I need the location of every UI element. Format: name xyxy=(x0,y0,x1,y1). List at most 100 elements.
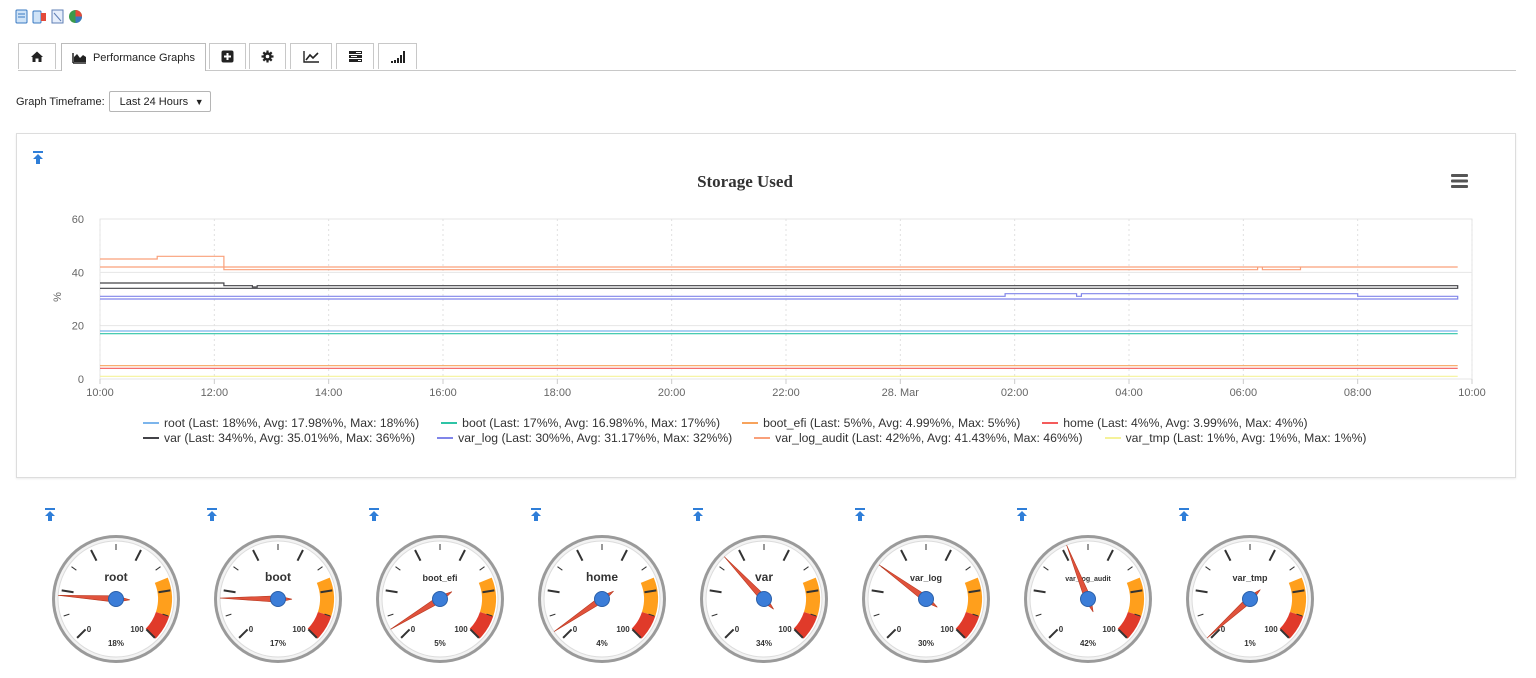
chart-series xyxy=(100,255,1459,377)
x-tick-label: 28. Mar xyxy=(882,387,920,399)
gauge-min-label: 0 xyxy=(249,625,254,634)
y-axis-label: % xyxy=(52,292,64,302)
legend-label: boot (Last: 17%%, Avg: 16.98%%, Max: 17%… xyxy=(462,416,721,430)
timeframe-control: Graph Timeframe: Last 24 Hours ▼ xyxy=(16,91,211,112)
tab-tasks[interactable] xyxy=(336,43,374,69)
gauge-dial: var_log 0 100 30% xyxy=(862,535,990,663)
y-tick-label: 60 xyxy=(72,214,84,226)
gauge-max-label: 100 xyxy=(130,625,144,634)
area-chart-icon xyxy=(72,53,86,64)
pin-icon[interactable] xyxy=(206,508,218,522)
gauge-max-label: 100 xyxy=(454,625,468,634)
y-tick-label: 20 xyxy=(72,321,84,333)
gauge-hub xyxy=(108,591,124,607)
home-icon xyxy=(31,51,43,62)
legend-swatch xyxy=(441,422,458,424)
gauge-var: var 0 100 34% xyxy=(692,508,842,668)
tab-signal[interactable] xyxy=(378,43,417,69)
legend-swatch xyxy=(754,437,771,439)
gauge-hub xyxy=(756,591,772,607)
x-tick-label: 14:00 xyxy=(315,387,343,399)
legend-item-boot[interactable]: boot (Last: 17%%, Avg: 16.98%%, Max: 17%… xyxy=(441,416,720,430)
gauge-title: var_tmp xyxy=(1232,573,1268,583)
gauge-value-label: 42% xyxy=(1080,639,1096,648)
legend-label: var (Last: 34%%, Avg: 35.01%%, Max: 36%%… xyxy=(164,431,416,445)
tab-label: Performance Graphs xyxy=(92,51,196,64)
pin-icon[interactable] xyxy=(854,508,866,522)
gauge-min-label: 0 xyxy=(735,625,740,634)
pin-icon[interactable] xyxy=(530,508,542,522)
legend-item-var_log_audit[interactable]: var_log_audit (Last: 42%%, Avg: 41.43%%,… xyxy=(754,431,1083,445)
gauge-value-label: 5% xyxy=(434,639,446,648)
storage-line-chart: Storage Used 0 20 40 60 10:00 12:00 14:00 16:0… xyxy=(52,172,1486,399)
tasks-icon xyxy=(348,51,362,62)
document-icon[interactable] xyxy=(14,9,29,24)
legend-swatch xyxy=(143,422,159,424)
legend-item-var[interactable]: var (Last: 34%%, Avg: 35.01%%, Max: 36%%… xyxy=(143,431,415,445)
pie-chart-icon[interactable] xyxy=(68,9,83,24)
plus-square-icon xyxy=(221,50,234,63)
gauge-home: home 0 100 4% xyxy=(530,508,680,668)
gauge-title: var xyxy=(755,570,773,584)
gauge-var_tmp: var_tmp 0 100 1% xyxy=(1178,508,1328,668)
gauge-boot: boot 0 100 17% xyxy=(206,508,356,668)
x-axis-ticks: 10:00 12:00 14:00 16:00 18:00 20:00 22:00 28. M… xyxy=(86,379,1486,399)
gauge-dial: var_log_audit 0 100 42% xyxy=(1024,535,1152,663)
gear-icon xyxy=(261,50,274,63)
tab-add[interactable] xyxy=(209,43,246,69)
gauge-boot_efi: boot_efi 0 100 5% xyxy=(368,508,518,668)
gauge-min-label: 0 xyxy=(87,625,92,634)
gauge-root: root 0 100 18% xyxy=(44,508,194,668)
series-line-var_log xyxy=(100,293,1459,300)
gauge-max-label: 100 xyxy=(1264,625,1278,634)
legend-label: var_tmp (Last: 1%%, Avg: 1%%, Max: 1%%) xyxy=(1125,431,1367,445)
gauge-value-label: 1% xyxy=(1244,639,1256,648)
series-line-var_log_audit xyxy=(100,255,1458,271)
storage-chart-panel: Storage Used 0 20 40 60 10:00 12:00 14:00 16:0… xyxy=(16,133,1516,478)
timeframe-select[interactable]: Last 24 Hours ▼ xyxy=(108,91,211,112)
gauge-value-label: 18% xyxy=(108,639,124,648)
gauge-value-label: 34% xyxy=(756,639,772,648)
y-tick-label: 40 xyxy=(72,267,84,279)
gauge-title: home xyxy=(586,570,618,584)
timeframe-label: Graph Timeframe: xyxy=(16,95,105,108)
chart-title: Storage Used xyxy=(697,172,793,191)
device-icon[interactable] xyxy=(32,9,47,24)
legend-item-var_tmp[interactable]: var_tmp (Last: 1%%, Avg: 1%%, Max: 1%%) xyxy=(1104,431,1367,445)
tab-home[interactable] xyxy=(18,43,56,69)
gauge-max-label: 100 xyxy=(778,625,792,634)
gauge-hub xyxy=(270,591,286,607)
pin-icon[interactable] xyxy=(368,508,380,522)
legend-item-boot_efi[interactable]: boot_efi (Last: 5%%, Avg: 4.99%%, Max: 5… xyxy=(742,416,1020,430)
pin-icon[interactable] xyxy=(1016,508,1028,522)
legend-label: root (Last: 18%%, Avg: 17.98%%, Max: 18%… xyxy=(164,416,420,430)
legend-label: home (Last: 4%%, Avg: 3.99%%, Max: 4%%) xyxy=(1063,416,1308,430)
tab-line-chart[interactable] xyxy=(290,43,332,69)
gauge-hub xyxy=(594,591,610,607)
pin-icon[interactable] xyxy=(692,508,704,522)
gauge-dial: var_tmp0 1001% xyxy=(1186,535,1314,663)
gauge-var_log: var_log 0 100 30% xyxy=(854,508,1004,668)
gauge-min-label: 0 xyxy=(897,625,902,634)
gauge-value-label: 30% xyxy=(918,639,934,648)
tab-performance-graphs[interactable]: Performance Graphs xyxy=(61,43,206,71)
tab-settings[interactable] xyxy=(249,43,286,69)
x-tick-label: 02:00 xyxy=(1001,387,1029,399)
gauge-min-label: 0 xyxy=(411,625,416,634)
gauge-title: boot_efi xyxy=(423,573,458,583)
legend-item-var_log[interactable]: var_log (Last: 30%%, Avg: 31.17%%, Max: … xyxy=(437,431,732,445)
pin-icon[interactable] xyxy=(44,508,56,522)
legend-swatch xyxy=(437,437,454,439)
pin-icon[interactable] xyxy=(1178,508,1190,522)
x-tick-label: 20:00 xyxy=(658,387,686,399)
gauge-title: var_log_audit xyxy=(1065,576,1111,583)
gauge-min-label: 0 xyxy=(1059,625,1064,634)
legend-label: var_log_audit (Last: 42%%, Avg: 41.43%%,… xyxy=(775,431,1083,445)
legend-row: var (Last: 34%%, Avg: 35.01%%, Max: 36%%… xyxy=(143,431,1389,445)
notes-icon[interactable] xyxy=(50,9,65,24)
legend-label: var_log (Last: 30%%, Avg: 31.17%%, Max: … xyxy=(458,431,733,445)
tab-bar: Performance Graphs xyxy=(18,43,1516,71)
legend-item-home[interactable]: home (Last: 4%%, Avg: 3.99%%, Max: 4%%) xyxy=(1042,416,1308,430)
legend-item-root[interactable]: root (Last: 18%%, Avg: 17.98%%, Max: 18%… xyxy=(143,416,419,430)
gauge-max-label: 100 xyxy=(616,625,630,634)
